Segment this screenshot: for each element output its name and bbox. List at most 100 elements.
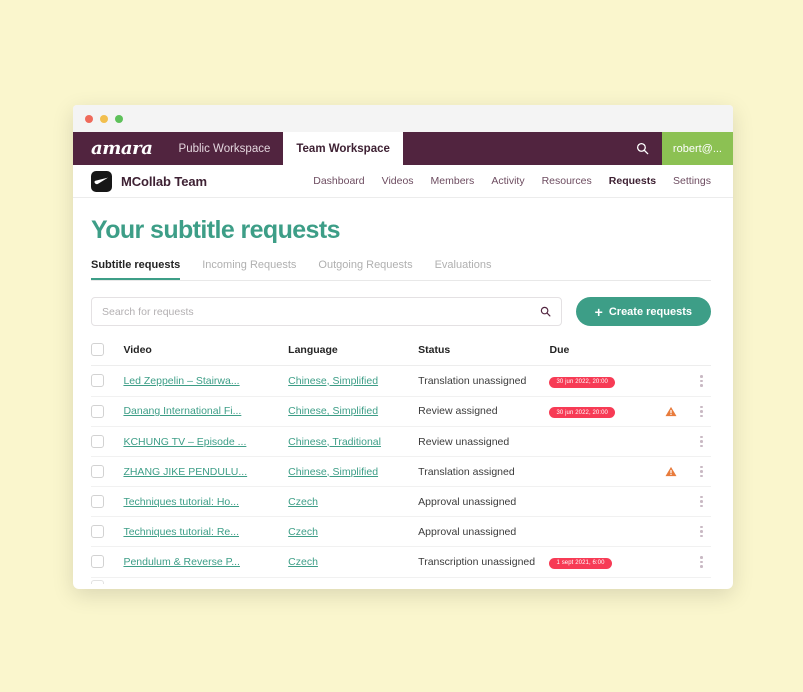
request-tabs: Subtitle requests Incoming Requests Outg… [91,259,711,281]
video-link[interactable]: KCHUNG TV – Episode ... [123,436,283,448]
minimize-window-button[interactable] [100,114,108,123]
video-link[interactable]: Techniques tutorial: Ho... [123,496,283,508]
row-checkbox[interactable] [91,555,104,569]
row-select-cell [91,456,124,487]
video-cell: Pendulum & Reverse P... [123,546,289,578]
language-link[interactable]: Chinese, Simplified [288,466,413,478]
warning-cell [665,516,693,547]
tab-subtitle-requests[interactable]: Subtitle requests [91,259,181,280]
select-all-header [91,343,124,366]
warning-cell [665,396,693,427]
row-actions-cell [692,396,711,427]
due-cell [549,516,666,547]
row-checkbox[interactable] [91,374,104,388]
team-nav-requests[interactable]: Requests [609,175,656,187]
row-checkbox[interactable] [91,525,104,538]
table-toolbar: + Create requests [91,297,711,326]
team-nav-activity[interactable]: Activity [491,175,524,187]
user-account-menu[interactable]: robert@... [661,132,733,165]
table-row[interactable]: Techniques tutorial: Re... Czech Approval … [91,516,711,547]
language-link[interactable]: Chinese, Traditional [288,436,413,448]
partial-next-row [91,579,104,584]
language-cell: Chinese, Simplified [288,365,419,397]
row-menu-button[interactable] [692,405,711,417]
team-nav-dashboard[interactable]: Dashboard [313,175,364,187]
language-link[interactable]: Chinese, Simplified [288,405,413,417]
swoosh-icon [94,177,108,185]
global-search-button[interactable] [624,132,662,165]
workspace-tab-public[interactable]: Public Workspace [166,132,284,165]
row-menu-button[interactable] [692,556,711,568]
video-cell: Led Zeppelin – Stairwa... [123,365,289,397]
language-link[interactable]: Czech [288,526,413,538]
row-menu-button[interactable] [692,375,711,387]
status-cell: Review assigned [418,396,550,427]
status-cell: Translation unassigned [418,365,550,397]
create-requests-button[interactable]: + Create requests [575,297,711,326]
header-video: Video [123,343,289,366]
table-row[interactable]: ZHANG JIKE PENDULU... Chinese, Simplified… [91,456,711,487]
select-all-checkbox[interactable] [91,343,104,356]
tab-evaluations[interactable]: Evaluations [435,259,492,280]
row-menu-button[interactable] [692,495,711,508]
tab-outgoing-requests[interactable]: Outgoing Requests [318,259,412,280]
table-row[interactable]: Techniques tutorial: Ho... Czech Approval … [91,486,711,517]
language-link[interactable]: Czech [288,556,413,568]
row-select-cell [91,396,124,427]
status-cell: Approval unassigned [418,516,550,547]
search-field-wrapper[interactable] [91,297,562,326]
header-warning [665,343,693,366]
due-cell: 30 jun 2022, 20:00 [549,396,666,427]
table-row[interactable]: Danang International Fi... Chinese, Simpl… [91,396,711,427]
language-cell: Czech [288,486,419,517]
video-link[interactable]: Techniques tutorial: Re... [123,526,283,538]
video-link[interactable]: Led Zeppelin – Stairwa... [123,375,283,387]
row-checkbox[interactable] [91,495,104,508]
row-checkbox[interactable] [91,465,104,478]
row-menu-button[interactable] [692,525,711,538]
row-menu-button[interactable] [692,435,711,448]
row-menu-button[interactable] [692,465,711,478]
row-checkbox[interactable] [91,435,104,448]
row-checkbox[interactable] [91,404,104,418]
team-nav-resources[interactable]: Resources [542,175,592,187]
main-content: Your subtitle requests Subtitle requests… [73,198,733,589]
maximize-window-button[interactable] [115,114,123,123]
search-input[interactable] [102,305,540,318]
team-nav-videos[interactable]: Videos [382,175,414,187]
workspace-tab-team[interactable]: Team Workspace [283,132,403,165]
topnav-spacer [403,132,624,165]
tab-incoming-requests[interactable]: Incoming Requests [202,259,296,280]
team-identity[interactable]: MCollab Team [91,170,207,192]
team-header: MCollab Team Dashboard Videos Members Ac… [73,165,733,198]
close-window-button[interactable] [85,114,93,123]
team-nav-settings[interactable]: Settings [673,175,711,187]
video-link[interactable]: Danang International Fi... [123,405,283,417]
create-requests-label: Create requests [608,305,692,318]
video-cell: Techniques tutorial: Ho... [123,486,289,517]
warning-icon[interactable] [665,466,677,477]
table-row[interactable]: Led Zeppelin – Stairwa... Chinese, Simpli… [91,365,711,397]
plus-icon: + [594,303,603,320]
table-row[interactable]: KCHUNG TV – Episode ... Chinese, Traditio… [91,426,711,457]
team-nav-members[interactable]: Members [431,175,475,187]
row-select-cell [91,516,124,547]
status-cell: Transcription unassigned [418,546,550,578]
header-status: Status [418,343,550,366]
language-cell: Czech [288,546,419,578]
team-navigation: Dashboard Videos Members Activity Resour… [313,175,711,187]
video-cell: Danang International Fi... [123,396,289,427]
language-cell: Chinese, Simplified [288,456,419,487]
due-cell: 30 jun 2022, 20:00 [549,365,666,397]
warning-icon[interactable] [665,406,677,417]
window-titlebar [73,105,733,132]
row-select-cell [91,426,124,457]
due-cell [549,486,666,517]
table-row[interactable]: Pendulum & Reverse P... Czech Transcriptio… [91,546,711,578]
video-link[interactable]: Pendulum & Reverse P... [123,556,283,568]
amara-logo[interactable]: amara [73,132,166,165]
language-link[interactable]: Czech [288,496,413,508]
language-link[interactable]: Chinese, Simplified [288,375,413,387]
due-cell [549,456,666,487]
video-link[interactable]: ZHANG JIKE PENDULU... [123,466,283,478]
